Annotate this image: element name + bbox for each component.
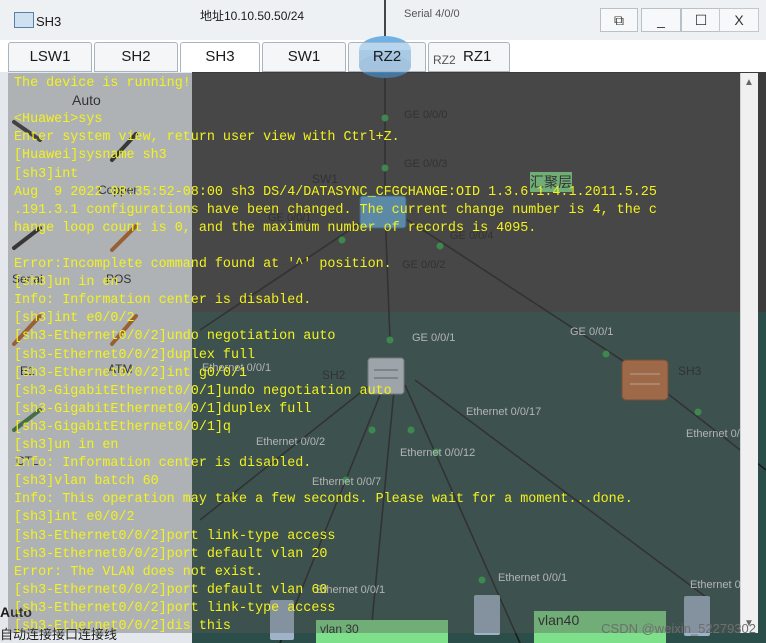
tab-rz1-prefix: RZ2 (433, 53, 456, 67)
terminal-line: The device is running! (14, 76, 191, 91)
terminal-line: <Huawei>sys (14, 112, 103, 128)
terminal-line: hange loop count is 0, and the maximum n… (14, 220, 537, 236)
terminal-line: [sh3]vlan batch 60 (14, 474, 159, 490)
terminal-line: [sh3-Ethernet0/0/2]dis this (14, 619, 231, 634)
tab-rz1[interactable]: RZ2 RZ1 (428, 42, 510, 72)
watermark: CSDN @weixin_52279302 (601, 621, 756, 636)
terminal-line: [sh3]int (14, 166, 79, 182)
terminal-line: .191.3.1 configurations have been change… (14, 202, 657, 218)
terminal-line: [sh3-Ethernet0/0/2]port link-type access (14, 600, 336, 616)
terminal-line: [sh3]un in en (14, 438, 119, 453)
terminal-line: Info: Information center is disabled. (14, 293, 312, 309)
terminal-output[interactable]: The device is running! <Huawei>sys Enter s… (8, 73, 758, 634)
terminal-line: Info: This operation may take a few seco… (14, 492, 633, 508)
terminal-line: Enter system view, return user view with… (14, 130, 400, 146)
terminal-line: [Huawei]sysname sh3 (14, 148, 167, 164)
tab-sh2[interactable]: SH2 (94, 42, 178, 72)
terminal-line: Info: Information center is disabled. (14, 456, 312, 472)
terminal-line: [sh3-Ethernet0/0/2]int g0/0/1 (14, 365, 248, 381)
terminal-line: [sh3-GigabitEthernet0/0/1]undo negotiati… (14, 383, 392, 399)
session-tabs: LSW1 SH2 SH3 SW1 RZ2 RZ2 RZ1 (8, 40, 758, 73)
terminal-icon (14, 12, 34, 28)
terminal-line: Aug 9 2022 08:35:52-08:00 sh3 DS/4/DATAS… (14, 184, 657, 200)
terminal-line: Error:Incomplete command found at '^' po… (14, 257, 392, 272)
tab-sh3[interactable]: SH3 (180, 42, 260, 72)
terminal-scrollbar[interactable]: ▲ ▼ (740, 73, 758, 633)
maximize-button[interactable]: ☐ (681, 8, 721, 32)
terminal-line: [sh3]int e0/0/2 (14, 311, 135, 327)
close-button[interactable]: X (719, 8, 759, 32)
terminal-line: [sh3-GigabitEthernet0/0/1]duplex full (14, 401, 312, 417)
terminal-line: [sh3-GigabitEthernet0/0/1]q (14, 419, 231, 435)
terminal-line: [sh3-Ethernet0/0/2]port default vlan 20 (14, 546, 328, 562)
tab-rz2[interactable]: RZ2 (348, 42, 426, 72)
minimize-button[interactable]: _ (641, 8, 681, 32)
terminal-line: [sh3]un in en (14, 275, 119, 291)
terminal-line: [sh3-Ethernet0/0/2]undo negotiation auto (14, 329, 336, 345)
cli-window: SH3 ⧉ _ ☐ X LSW1 SH2 SH3 SW1 RZ2 RZ2 RZ1… (0, 0, 766, 643)
terminal-line: [sh3-Ethernet0/0/2]duplex full (14, 347, 256, 363)
window-title: SH3 (36, 14, 62, 29)
tab-lsw1[interactable]: LSW1 (8, 42, 92, 72)
terminal-line: [sh3-Ethernet0/0/2]port default vlan 60 (14, 582, 328, 598)
scroll-up-icon[interactable]: ▲ (744, 77, 754, 88)
tab-rz1-label: RZ1 (463, 48, 492, 65)
title-bar[interactable]: SH3 ⧉ _ ☐ X (0, 0, 766, 40)
tab-sw1[interactable]: SW1 (262, 42, 346, 72)
restore-layout-icon[interactable]: ⧉ (600, 8, 638, 32)
terminal-line: [sh3-Ethernet0/0/2]port link-type access (14, 528, 336, 544)
terminal-line: Error: The VLAN does not exist. (14, 564, 264, 580)
terminal-line: [sh3]int e0/0/2 (14, 510, 135, 526)
